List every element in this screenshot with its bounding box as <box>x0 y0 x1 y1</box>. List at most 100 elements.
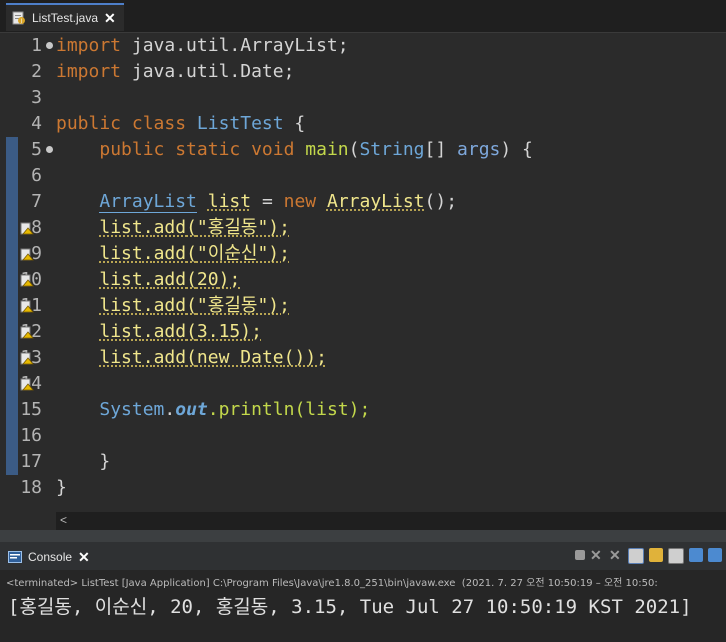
remove-all-icon[interactable]: ✕ <box>609 548 623 562</box>
warning-icon[interactable] <box>20 377 34 391</box>
number-literal: 3.15 <box>196 321 241 342</box>
code-line: list.add("이순신"); <box>56 241 290 267</box>
code-text: java.util.Date; <box>121 61 295 82</box>
close-icon[interactable]: ✕ <box>104 11 116 25</box>
open-console-icon[interactable] <box>708 548 722 562</box>
code-text: ( <box>186 243 197 264</box>
editor-tab-listtest[interactable]: J ListTest.java ✕ <box>6 3 124 31</box>
variable: list <box>99 321 143 342</box>
variable: list <box>305 399 349 420</box>
variable: list <box>99 347 143 368</box>
console-view[interactable]: <terminated> ListTest [Java Application]… <box>0 570 726 642</box>
code-text: [] <box>424 139 458 160</box>
code-text: = <box>251 191 284 212</box>
code-text: . <box>142 269 154 290</box>
number-literal: 20 <box>196 269 219 290</box>
line-number: 7 <box>31 191 42 212</box>
fold-icon[interactable] <box>46 42 53 49</box>
code-text: ); <box>348 399 371 420</box>
code-line: list.add("홍길동"); <box>56 293 290 319</box>
code-line: } <box>56 475 67 501</box>
method-name: add <box>153 295 187 316</box>
code-editor[interactable]: 1 2 3 4 5 6 7 8 9 10 11 12 13 14 15 16 1… <box>0 33 726 512</box>
code-text: ( <box>186 295 197 316</box>
code-text: ); <box>268 217 290 238</box>
remove-launch-icon[interactable]: ✕ <box>590 548 604 562</box>
code-text: . <box>142 295 154 316</box>
warning-icon[interactable] <box>20 299 34 313</box>
warning-icon[interactable] <box>20 351 34 365</box>
warning-icon[interactable] <box>20 325 34 339</box>
scroll-left-button[interactable]: < <box>60 513 67 527</box>
line-number: 16 <box>20 425 42 446</box>
ruler-mark <box>6 163 18 475</box>
code-line: public class ListTest { <box>56 111 305 137</box>
pane-divider[interactable] <box>0 530 726 542</box>
method-name: add <box>153 217 187 238</box>
display-selected-icon[interactable] <box>689 548 703 562</box>
code-text: . <box>142 243 154 264</box>
show-console-icon[interactable] <box>649 548 663 562</box>
code-line: public static void main(String[] args) { <box>56 137 533 163</box>
code-text: ( <box>186 321 197 342</box>
code-text: ( <box>186 269 197 290</box>
line-number: 15 <box>20 399 42 420</box>
console-toolbar: ✕ ✕ <box>575 548 722 564</box>
code-line: list.add(new Date()); <box>56 345 327 371</box>
line-number: 3 <box>31 87 42 108</box>
class-name: String <box>359 139 425 160</box>
code-text: ) { <box>500 139 533 160</box>
code-text: ); <box>268 295 290 316</box>
fold-icon[interactable] <box>46 146 53 153</box>
class-name: ArrayList <box>326 191 425 212</box>
code-text: . <box>142 217 154 238</box>
console-tab[interactable]: Console ✕ <box>8 546 90 568</box>
code-text: { <box>283 113 306 134</box>
keyword: import <box>56 35 122 56</box>
method-name: main <box>305 139 349 160</box>
console-output: [홍길동, 이순신, 20, 홍길동, 3.15, Tue Jul 27 10:… <box>8 596 692 618</box>
string-literal: "홍길동" <box>196 295 269 316</box>
keyword: public static void <box>99 139 306 160</box>
ruler-mark <box>6 137 18 163</box>
line-number: 1 <box>31 35 42 56</box>
line-number: 2 <box>31 61 42 82</box>
code-text: ); <box>240 321 262 342</box>
static-field: out <box>175 399 208 420</box>
class-name: Date <box>240 347 284 368</box>
horizontal-scrollbar[interactable]: < <box>56 512 726 530</box>
editor-tab-title: ListTest.java <box>32 11 99 25</box>
pin-icon[interactable] <box>668 548 684 564</box>
warning-icon[interactable] <box>20 221 34 235</box>
console-tab-title: Console <box>28 550 73 564</box>
code-line: } <box>56 449 110 475</box>
scroll-lock-icon[interactable] <box>628 548 644 564</box>
code-text: . <box>142 347 154 368</box>
string-literal: "이순신" <box>196 243 269 264</box>
code-line: list.add(3.15); <box>56 319 262 345</box>
code-text: java.util.ArrayList; <box>121 35 349 56</box>
keyword: public class <box>56 113 197 134</box>
code-line: import java.util.Date; <box>56 59 294 85</box>
variable: list <box>99 269 143 290</box>
line-number: 6 <box>31 165 42 186</box>
code-area[interactable]: import java.util.ArrayList; import java.… <box>56 33 726 512</box>
terminate-icon[interactable] <box>575 550 585 560</box>
code-line: list.add(20); <box>56 267 240 293</box>
console-icon <box>8 551 22 563</box>
warning-icon[interactable] <box>20 247 34 261</box>
warning-icon[interactable] <box>20 273 34 287</box>
close-icon[interactable]: ✕ <box>78 550 90 564</box>
code-line: ArrayList list = new ArrayList(); <box>56 189 457 215</box>
code-text: ); <box>218 269 241 290</box>
overview-ruler <box>6 33 20 512</box>
class-name: ListTest <box>196 113 284 134</box>
method-name: add <box>153 347 187 368</box>
